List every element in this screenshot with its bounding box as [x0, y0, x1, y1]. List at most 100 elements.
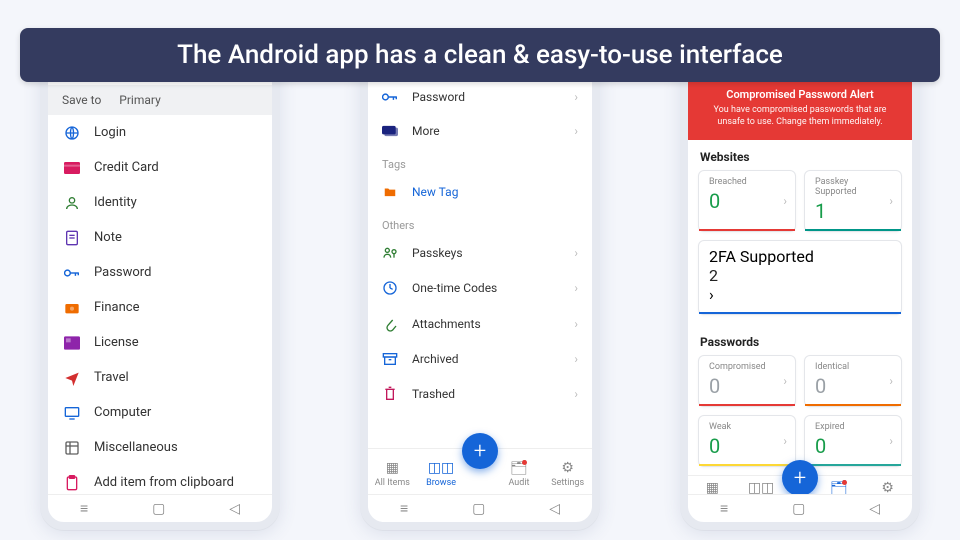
nav-home-icon[interactable]: ▢	[792, 501, 805, 517]
websites-header: Websites	[688, 140, 912, 170]
alert-body: You have compromised passwords that are …	[702, 105, 898, 128]
tags-header: Tags	[368, 148, 592, 175]
card-bar	[699, 404, 795, 406]
item-type-miscellaneous[interactable]: Miscellaneous	[48, 430, 272, 465]
chevron-right-icon: ›	[783, 434, 787, 448]
identity-icon	[64, 195, 80, 211]
others-row-one-time-codes[interactable]: One-time Codes ›	[368, 270, 592, 306]
card-value: 0	[815, 374, 891, 398]
fab-add-button[interactable]: +	[462, 433, 498, 469]
others-row-trashed[interactable]: Trashed›	[368, 376, 592, 412]
phone-browse: Search Password›More› Tags New Tag Other…	[360, 40, 600, 530]
tab-audit[interactable]: 🗂Audit	[495, 456, 544, 488]
nav-back-icon[interactable]: ◁	[549, 501, 560, 517]
others-row-passkeys[interactable]: Passkeys ›	[368, 236, 592, 270]
card-breached[interactable]: Breached0›	[698, 170, 796, 232]
tab-settings[interactable]: ⚙Settings	[543, 456, 592, 488]
item-label: Add item from clipboard	[94, 475, 234, 490]
item-type-credit-card[interactable]: Credit Card	[48, 150, 272, 185]
nav-home-icon[interactable]: ▢	[152, 501, 165, 517]
item-type-note[interactable]: Note	[48, 220, 272, 255]
row-label: Trashed	[412, 387, 455, 401]
card-bar	[805, 229, 901, 231]
save-to-row[interactable]: Save to Primary	[48, 85, 272, 115]
item-type-license[interactable]: License	[48, 325, 272, 360]
save-to-value: Primary	[119, 93, 160, 107]
compromised-alert[interactable]: Compromised Password Alert You have comp…	[688, 80, 912, 140]
browse-icon: ◫◫	[748, 480, 774, 494]
card-bar	[805, 464, 901, 466]
item-type-login[interactable]: Login	[48, 115, 272, 150]
folder-icon	[382, 185, 398, 199]
row-label: One-time Codes	[412, 281, 497, 295]
gear-icon: ⚙	[561, 460, 574, 476]
card-compromised[interactable]: Compromised0›	[698, 355, 796, 407]
item-type-identity[interactable]: Identity	[48, 185, 272, 220]
misc-icon	[64, 440, 80, 456]
card-expired[interactable]: Expired0›	[804, 415, 902, 467]
tab-browse[interactable]: ◫◫Browse	[737, 476, 786, 494]
tab-audit[interactable]: 🗂Audit	[815, 476, 864, 494]
nav-recent-icon[interactable]: ≡	[720, 500, 728, 517]
item-type-password[interactable]: Password	[48, 255, 272, 290]
card-title: Identical	[815, 362, 891, 372]
nav-recent-icon[interactable]: ≡	[80, 500, 88, 517]
chevron-right-icon: ›	[709, 285, 714, 304]
card-title: Weak	[709, 422, 785, 432]
others-row-archived[interactable]: Archived›	[368, 342, 592, 376]
card-passkey-supported[interactable]: Passkey Supported1›	[804, 170, 902, 232]
card-weak[interactable]: Weak0›	[698, 415, 796, 467]
nav-recent-icon[interactable]: ≡	[400, 500, 408, 517]
otp-icon	[382, 280, 398, 296]
browse-icon: ◫◫	[428, 460, 454, 476]
attach-icon	[382, 316, 398, 332]
item-type-travel[interactable]: Travel	[48, 360, 272, 395]
row-label: Password	[412, 90, 465, 104]
chevron-right-icon: ›	[574, 246, 578, 260]
tab-browse[interactable]: ◫◫Browse	[417, 456, 466, 488]
item-type-list: LoginCredit CardIdentityNotePasswordFina…	[48, 115, 272, 494]
bottom-tabbar: + ▦All Items ◫◫Browse 🗂Audit ⚙Settings	[368, 448, 592, 494]
new-tag-row[interactable]: New Tag	[368, 175, 592, 209]
chevron-right-icon: ›	[889, 194, 893, 208]
row-label: Passkeys	[412, 246, 463, 260]
nav-back-icon[interactable]: ◁	[229, 501, 240, 517]
grid-icon: ▦	[706, 480, 719, 494]
card-2fa-supported[interactable]: 2FA Supported 2 ›	[698, 240, 902, 315]
browse-row-more[interactable]: More›	[368, 114, 592, 148]
new-tag-label: New Tag	[412, 185, 458, 199]
chevron-right-icon: ›	[574, 124, 578, 138]
android-navbar: ≡ ▢ ◁	[48, 494, 272, 522]
card-title: 2FA Supported	[709, 247, 891, 266]
chevron-right-icon: ›	[574, 281, 578, 295]
tab-settings[interactable]: ⚙Settings	[863, 476, 912, 494]
note-icon	[64, 230, 80, 246]
chevron-right-icon: ›	[783, 194, 787, 208]
card-bar	[699, 229, 795, 231]
tab-all-items[interactable]: ▦All Items	[368, 456, 417, 488]
tab-all-items[interactable]: ▦All Items	[688, 476, 737, 494]
travel-icon	[64, 370, 80, 386]
nav-back-icon[interactable]: ◁	[869, 501, 880, 517]
item-type-finance[interactable]: Finance	[48, 290, 272, 325]
android-navbar: ≡ ▢ ◁	[368, 494, 592, 522]
globe-icon	[64, 125, 80, 141]
item-type-computer[interactable]: Computer	[48, 395, 272, 430]
key-icon	[382, 91, 398, 103]
chevron-right-icon: ›	[889, 434, 893, 448]
card-value: 0	[709, 189, 785, 213]
phone-audit: Search Compromised Password Alert You ha…	[680, 40, 920, 530]
chevron-right-icon: ›	[574, 352, 578, 366]
card-icon	[64, 160, 80, 176]
others-row-attachments[interactable]: Attachments›	[368, 306, 592, 342]
nav-home-icon[interactable]: ▢	[472, 501, 485, 517]
card-identical[interactable]: Identical0›	[804, 355, 902, 407]
card-value: 0	[815, 434, 891, 458]
browse-row-password[interactable]: Password›	[368, 80, 592, 114]
item-type-add-item-from-clipboard[interactable]: Add item from clipboard	[48, 465, 272, 494]
card-bar	[699, 312, 901, 314]
card-bar	[699, 464, 795, 466]
fab-add-button[interactable]: +	[782, 460, 818, 494]
card-value: 2	[709, 266, 891, 285]
bottom-tabbar: + ▦All Items ◫◫Browse 🗂Audit ⚙Settings	[688, 475, 912, 494]
